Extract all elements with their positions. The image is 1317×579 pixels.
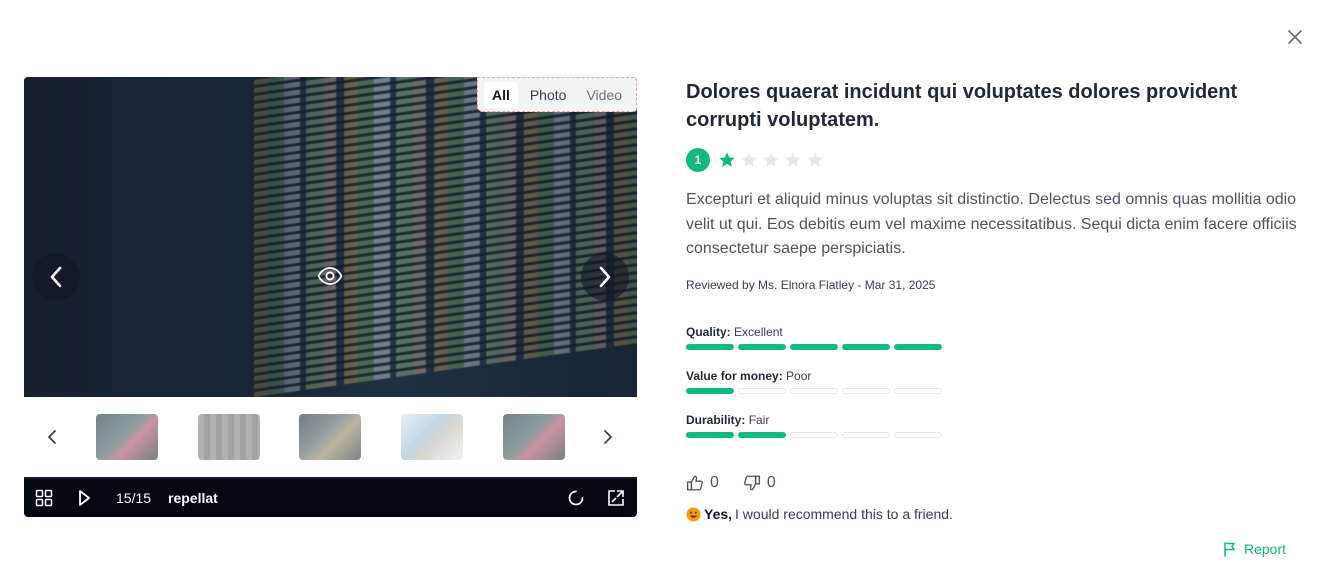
helpful-votes: 0 0: [686, 474, 794, 492]
attribute-value: Fair: [748, 413, 770, 427]
chevron-left-icon: [50, 266, 62, 288]
helpful-yes-count: 0: [710, 474, 719, 491]
media-caption: repellat: [168, 490, 218, 506]
review-panel: Dolores quaerat incidunt qui voluptates …: [686, 78, 1298, 522]
rating-bars-quality: [686, 344, 942, 350]
thumbs-down-icon: [743, 475, 760, 491]
thumbnail[interactable]: [96, 414, 158, 460]
recommend-yes: Yes,: [704, 506, 733, 522]
rating-bar-segment: [894, 388, 942, 394]
rating-bar-segment: [790, 388, 838, 394]
thumbnail[interactable]: [198, 414, 260, 460]
recommend-text: I would recommend this to a friend.: [735, 506, 953, 522]
fullscreen-button[interactable]: [606, 488, 626, 508]
attribute-durability: Durability: Fair: [686, 413, 769, 427]
thumbs-up-icon: [686, 475, 703, 491]
media-viewer: All Photo Video 15/15 repellat: [24, 77, 637, 517]
rating-bar-segment: [686, 388, 734, 394]
photo-overlay: [24, 77, 637, 397]
eye-icon[interactable]: [317, 265, 343, 287]
rating-bar-segment: [738, 432, 786, 438]
emoji-icon: [686, 506, 701, 522]
rating-bar-segment: [842, 388, 890, 394]
grid-icon: [35, 489, 53, 507]
refresh-icon: [568, 490, 584, 506]
report-button[interactable]: Report: [1222, 541, 1286, 557]
rating-bar-segment: [790, 432, 838, 438]
rating-bar-segment: [842, 344, 890, 350]
attribute-label: Durability:: [686, 413, 746, 427]
report-label: Report: [1244, 541, 1287, 557]
star-icon: [807, 152, 823, 167]
grid-view-button[interactable]: [34, 488, 54, 508]
attribute-value-for-money: Value for money: Poor: [686, 369, 811, 383]
previous-media-button[interactable]: [32, 253, 80, 301]
attribute-value: Excellent: [734, 325, 783, 339]
attribute-quality: Quality: Excellent: [686, 325, 783, 339]
thumbnail-strip: [24, 397, 637, 477]
rating-bar-segment: [790, 344, 838, 350]
next-media-button[interactable]: [581, 253, 629, 301]
helpful-no-button[interactable]: 0: [743, 474, 776, 492]
rating-bar-segment: [894, 344, 942, 350]
rating-row: 1: [686, 148, 824, 172]
rating-bar-segment: [738, 388, 786, 394]
rating-bars-durability: [686, 432, 942, 438]
rating-bar-segment: [842, 432, 890, 438]
thumbnails-previous-button[interactable]: [42, 425, 62, 449]
chevron-right-icon: [599, 266, 611, 288]
attribute-value: Poor: [786, 369, 812, 383]
thumbnail[interactable]: [503, 414, 565, 460]
thumbnails-next-button[interactable]: [598, 425, 618, 449]
main-photo[interactable]: All Photo Video: [24, 77, 637, 397]
tab-all[interactable]: All: [483, 81, 518, 108]
play-icon: [79, 490, 90, 506]
star-icon: [785, 152, 801, 167]
thumbnail[interactable]: [401, 414, 463, 460]
thumbnail[interactable]: [299, 414, 361, 460]
star-icon: [763, 152, 779, 167]
refresh-button[interactable]: [566, 488, 586, 508]
review-body: Excepturi et aliquid minus voluptas sit …: [686, 191, 1297, 257]
flag-icon: [1224, 542, 1235, 557]
recommendation: Yes, I would recommend this to a friend.: [686, 506, 953, 522]
rating-bar-segment: [894, 432, 942, 438]
helpful-yes-button[interactable]: 0: [686, 474, 719, 492]
rating-badge: 1: [686, 148, 710, 172]
close-icon: [1288, 30, 1302, 44]
review-title: Dolores quaerat incidunt qui voluptates …: [686, 81, 1238, 131]
media-filter-tabs: All Photo Video: [476, 77, 637, 112]
star-icon: [741, 152, 757, 167]
fullscreen-icon: [608, 490, 624, 506]
close-button[interactable]: [1283, 25, 1307, 49]
attribute-label: Quality:: [686, 325, 731, 339]
media-toolbar: 15/15 repellat: [24, 479, 637, 517]
play-button[interactable]: [74, 488, 94, 508]
attribute-label: Value for money:: [686, 369, 783, 383]
chevron-right-icon: [604, 430, 612, 444]
media-counter: 15/15: [116, 490, 152, 506]
helpful-no-count: 0: [766, 474, 776, 491]
tab-photo[interactable]: Photo: [522, 82, 575, 108]
tab-video[interactable]: Video: [578, 82, 630, 108]
rating-bar-segment: [738, 344, 786, 350]
rating-bar-segment: [686, 344, 734, 350]
star-icon: [719, 152, 735, 167]
reviewed-by: Reviewed by Ms. Elnora Flatley - Mar 31,…: [686, 278, 936, 292]
chevron-left-icon: [48, 430, 56, 444]
rating-bar-segment: [686, 432, 734, 438]
rating-bars-value-for-money: [686, 388, 942, 394]
